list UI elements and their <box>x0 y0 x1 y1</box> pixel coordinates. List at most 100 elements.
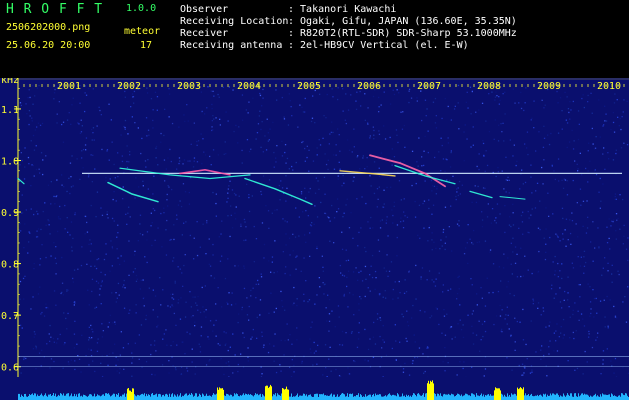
amplitude-bar <box>112 394 113 400</box>
amplitude-bar <box>271 386 272 400</box>
amplitude-bar <box>61 393 62 400</box>
noise-speck <box>339 264 341 267</box>
noise-speck <box>450 326 453 328</box>
amplitude-bar <box>337 394 338 400</box>
noise-speck <box>53 360 55 363</box>
noise-speck <box>361 196 363 198</box>
noise-speck <box>401 313 403 315</box>
noise-speck <box>331 310 333 312</box>
noise-speck <box>124 287 126 289</box>
noise-speck <box>42 159 44 161</box>
amplitude-bar <box>57 396 58 400</box>
noise-speck <box>595 339 597 341</box>
noise-speck <box>289 100 291 102</box>
noise-speck <box>562 337 564 339</box>
noise-speck <box>193 258 195 260</box>
amplitude-bar <box>443 394 444 400</box>
noise-speck <box>25 103 27 105</box>
amplitude-bar <box>442 396 443 400</box>
noise-speck <box>561 307 563 309</box>
noise-speck <box>472 144 474 146</box>
noise-speck <box>259 94 262 97</box>
noise-speck <box>378 106 380 108</box>
noise-speck <box>436 186 438 188</box>
noise-speck <box>24 223 26 225</box>
noise-speck <box>181 272 183 274</box>
noise-speck <box>304 147 306 150</box>
noise-speck <box>19 222 21 225</box>
noise-speck <box>373 161 376 163</box>
amplitude-bar <box>110 396 111 400</box>
noise-speck <box>227 303 229 305</box>
noise-speck <box>537 302 540 304</box>
noise-speck <box>548 353 550 355</box>
noise-speck <box>119 263 121 266</box>
noise-speck <box>447 362 449 364</box>
noise-speck <box>549 340 551 342</box>
amplitude-bar <box>358 393 359 400</box>
noise-speck <box>444 248 446 251</box>
noise-speck <box>240 353 242 355</box>
noise-speck <box>503 140 505 142</box>
amplitude-bar <box>372 395 373 400</box>
noise-speck <box>588 142 590 144</box>
noise-speck <box>38 168 40 170</box>
noise-speck <box>386 216 388 218</box>
noise-speck <box>343 293 345 296</box>
noise-speck <box>247 356 249 358</box>
noise-speck <box>420 278 422 280</box>
noise-speck <box>309 255 311 257</box>
noise-speck <box>355 100 357 102</box>
noise-speck <box>291 359 293 361</box>
noise-speck <box>264 135 266 137</box>
noise-speck <box>95 280 98 282</box>
noise-speck <box>568 111 570 114</box>
noise-speck <box>559 240 561 242</box>
noise-speck <box>416 161 418 163</box>
noise-speck <box>364 168 366 170</box>
noise-speck <box>38 84 40 87</box>
noise-speck <box>489 251 491 253</box>
noise-speck <box>481 211 483 213</box>
noise-speck <box>478 153 480 155</box>
noise-speck <box>118 294 120 296</box>
amplitude-bar <box>325 395 326 400</box>
noise-speck <box>100 362 102 364</box>
amplitude-bar <box>265 386 266 400</box>
noise-speck <box>353 176 355 178</box>
noise-speck <box>492 291 494 294</box>
noise-speck <box>484 170 486 172</box>
noise-speck <box>414 200 416 203</box>
amplitude-bar <box>451 393 452 400</box>
noise-speck <box>453 108 456 110</box>
noise-speck <box>489 249 492 251</box>
noise-speck <box>316 247 318 250</box>
noise-speck <box>219 124 221 126</box>
amplitude-bar <box>406 394 407 400</box>
noise-speck <box>49 340 51 342</box>
noise-speck <box>211 120 213 122</box>
noise-speck <box>583 272 585 274</box>
noise-speck <box>427 151 429 154</box>
noise-speck <box>553 170 555 172</box>
amplitude-bar <box>279 395 280 400</box>
noise-speck <box>579 188 582 190</box>
noise-speck <box>90 204 92 207</box>
amplitude-bar <box>213 393 214 400</box>
amplitude-bar <box>234 393 235 400</box>
noise-speck <box>173 238 175 241</box>
noise-speck <box>554 255 556 258</box>
noise-speck <box>310 225 313 227</box>
amplitude-bar <box>113 393 114 400</box>
amplitude-bar <box>50 394 51 400</box>
noise-speck <box>563 299 565 301</box>
noise-speck <box>225 153 227 155</box>
noise-speck <box>506 357 508 359</box>
noise-speck <box>72 281 75 283</box>
noise-speck <box>367 360 369 362</box>
noise-speck <box>423 227 425 229</box>
amplitude-bar <box>305 395 306 400</box>
noise-speck <box>258 115 260 117</box>
noise-speck <box>117 224 119 226</box>
event-type: meteor <box>124 26 161 37</box>
